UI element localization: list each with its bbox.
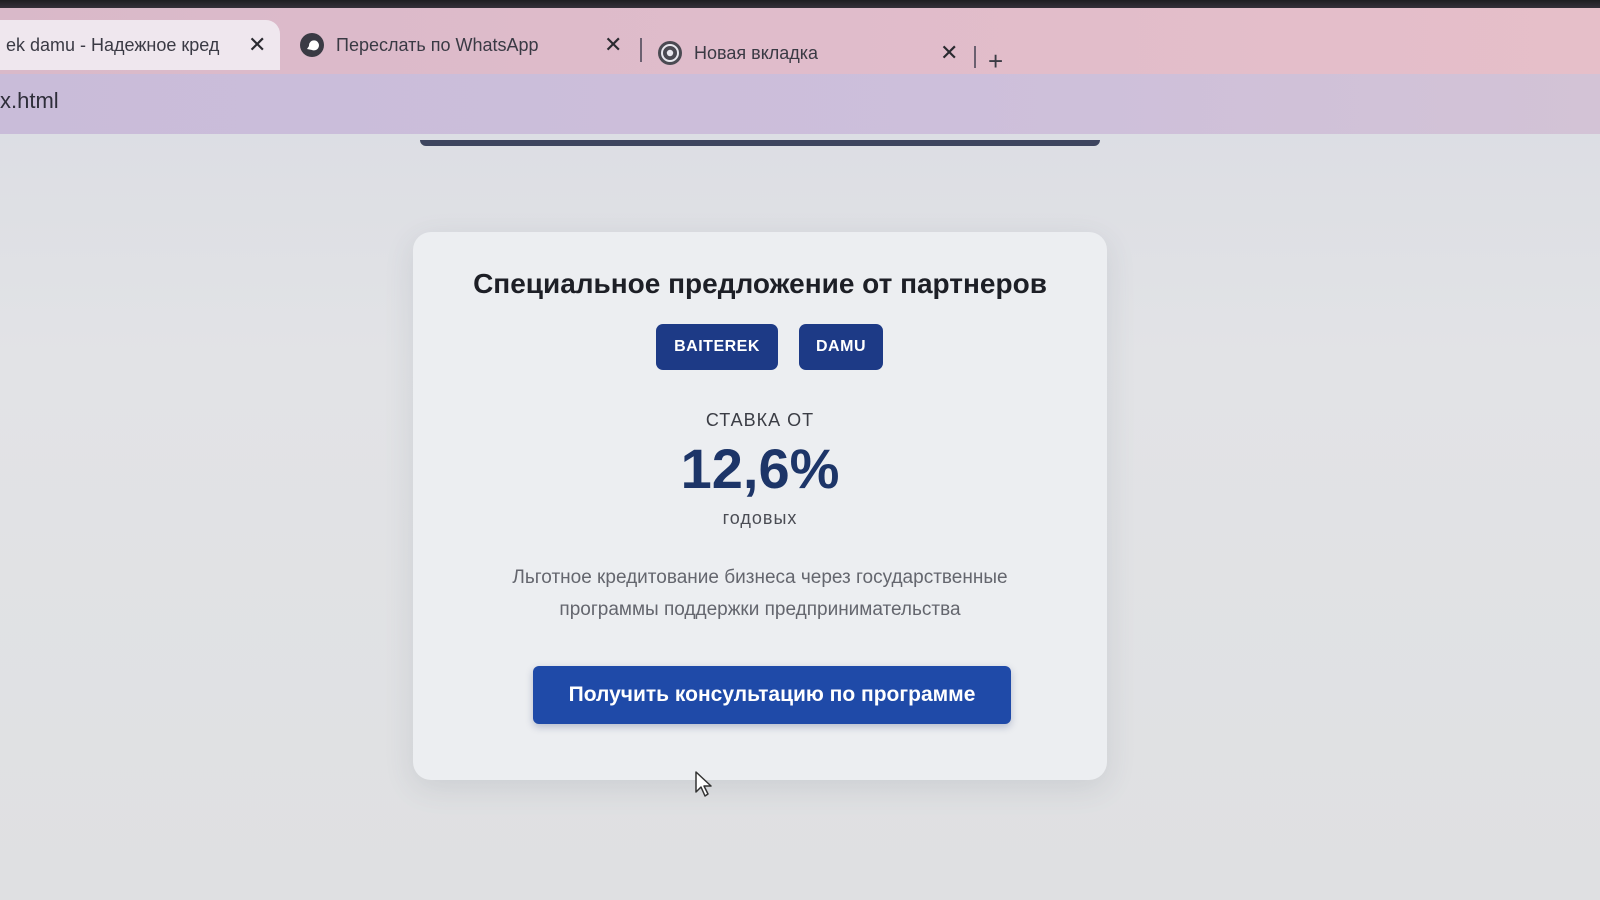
close-icon[interactable]: ✕	[248, 32, 266, 58]
new-tab-button[interactable]: +	[988, 46, 1003, 77]
tab-separator	[640, 38, 642, 62]
chrome-icon	[658, 41, 682, 65]
header-divider	[420, 140, 1100, 146]
tab-new[interactable]: Новая вкладка ✕	[658, 28, 958, 78]
screen: ek damu - Надежное кред ✕ Переслать по W…	[0, 0, 1600, 900]
consultation-button[interactable]: Получить консультацию по программе	[533, 666, 1011, 724]
tab-separator	[974, 46, 976, 68]
tab-label: Новая вкладка	[694, 42, 819, 63]
close-icon[interactable]: ✕	[940, 40, 958, 66]
address-bar[interactable]: x.html	[0, 74, 1600, 134]
offer-card: Специальное предложение от партнеров BAI…	[413, 232, 1107, 780]
tab-damu[interactable]: ek damu - Надежное кред ✕	[0, 20, 280, 70]
browser-tab-strip: ek damu - Надежное кред ✕ Переслать по W…	[0, 8, 1600, 77]
tab-label: ek damu - Надежное кред	[6, 34, 220, 55]
offer-title: Специальное предложение от партнеров	[473, 268, 1047, 299]
rate-label: СТАВКА ОТ	[705, 410, 815, 430]
whatsapp-forward-icon	[300, 33, 324, 57]
tab-whatsapp[interactable]: Переслать по WhatsApp ✕	[300, 20, 630, 70]
tab-label: Переслать по WhatsApp	[336, 34, 539, 55]
badge-baiterek: BAITEREK	[656, 324, 778, 370]
mouse-cursor-icon	[695, 771, 712, 797]
offer-description: Льготное кредитование бизнеса через госу…	[512, 567, 1008, 620]
rate-value: 12,6%	[680, 437, 840, 500]
url-text[interactable]: x.html	[0, 88, 59, 114]
badge-damu: DAMU	[799, 324, 883, 370]
close-icon[interactable]: ✕	[604, 32, 622, 58]
rate-unit: годовых	[722, 508, 798, 528]
